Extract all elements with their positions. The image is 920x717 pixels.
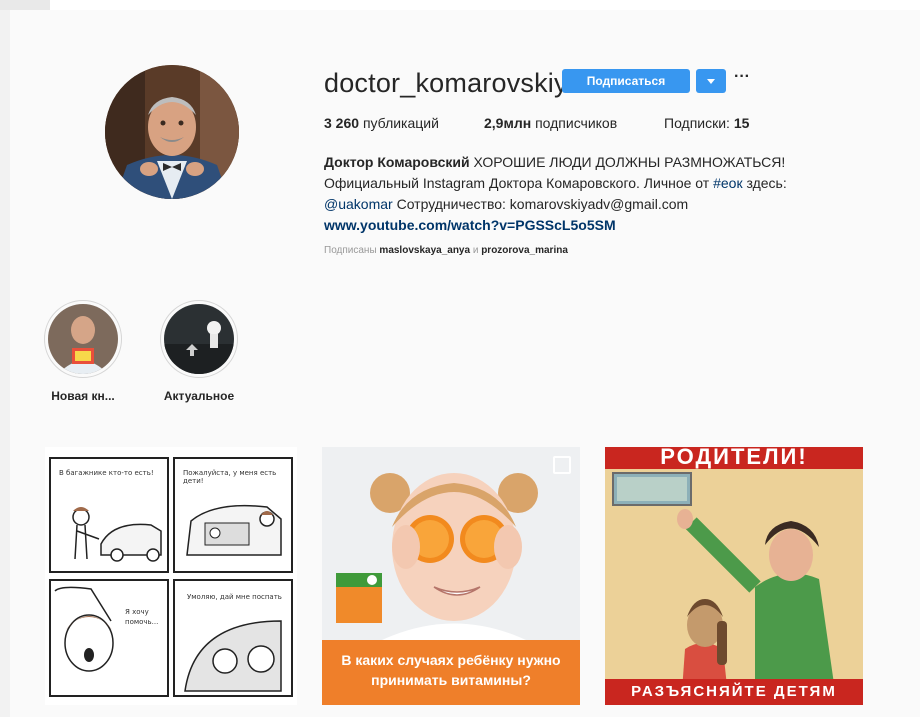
followed-by-prefix: Подписаны: [324, 245, 377, 256]
poster-title: РОДИТЕЛИ!: [605, 447, 863, 469]
highlight-label: Актуальное: [163, 389, 235, 403]
profile-avatar[interactable]: [105, 65, 239, 199]
bio-line-2: Официальный Instagram Доктора Комаровско…: [324, 173, 884, 194]
bio-description-end: здесь:: [746, 175, 787, 191]
profile-page: doctor_komarovskiy Подписаться ··· 3 260…: [10, 10, 920, 717]
caption-line-1: В каких случаях ребёнку нужно: [341, 652, 561, 668]
highlight-ring: [44, 300, 122, 378]
girl-with-oranges-photo: [322, 447, 580, 640]
bio-mention-link[interactable]: @uakomar: [324, 196, 393, 212]
comic-panel: Я хочу помочь...: [49, 579, 169, 697]
post-comic[interactable]: В багажнике кто-то есть! Пожалуйста, у м…: [45, 447, 297, 705]
bio-line-4: www.youtube.com/watch?v=PGSScL5o5SM: [324, 215, 884, 236]
posts-stat: 3 260 публикаций: [324, 115, 439, 131]
highlight-new-book[interactable]: Новая кн...: [28, 300, 138, 403]
bio-description: Официальный Instagram Доктора Комаровско…: [324, 175, 710, 191]
followers-label: подписчиков: [535, 115, 618, 131]
following-count: 15: [733, 115, 750, 131]
follow-button[interactable]: Подписаться: [562, 69, 690, 93]
chevron-down-icon: [707, 79, 715, 84]
posts-count: 3 260: [324, 115, 360, 131]
browser-tab[interactable]: [0, 0, 50, 10]
bio-full-name: Доктор Комаровский: [324, 154, 470, 170]
more-options-icon[interactable]: ···: [734, 69, 754, 90]
followed-by-user-2[interactable]: prozorova_marina: [481, 245, 568, 256]
followed-by-user-1[interactable]: maslovskaya_anya: [379, 245, 470, 256]
caption-line-2: принимать витамины?: [371, 672, 531, 688]
suggestions-dropdown-button[interactable]: [696, 69, 726, 93]
browser-top-strip: [0, 0, 920, 10]
highlight-actual[interactable]: Актуальное: [144, 300, 254, 403]
followed-by: Подписаны maslovskaya_anya и prozorova_m…: [324, 245, 568, 256]
book-cover-thumbnail-icon: [48, 304, 118, 374]
highlight-ring: [160, 300, 238, 378]
followers-stat[interactable]: 2,9млн подписчиков: [484, 115, 617, 131]
bio-contact: Сотрудничество: komarovskiyadv@gmail.com: [396, 196, 689, 212]
following-label: Подписки:: [664, 115, 730, 131]
poster-slogan: РАЗЪЯСНЯЙТЕ ДЕТЯМ: [605, 679, 863, 705]
followed-by-and: и: [472, 245, 479, 256]
highlight-label: Новая кн...: [51, 389, 115, 403]
soviet-poster-illustration: [605, 447, 863, 705]
posts-label: публикаций: [362, 115, 439, 131]
bio-line-1: Доктор Комаровский ХОРОШИЕ ЛЮДИ ДОЛЖНЫ Р…: [324, 152, 884, 173]
bio-tagline: ХОРОШИЕ ЛЮДИ ДОЛЖНЫ РАЗМНОЖАТЬСЯ!: [473, 154, 786, 170]
profile-bio: Доктор Комаровский ХОРОШИЕ ЛЮДИ ДОЛЖНЫ Р…: [324, 152, 884, 236]
comic-panel: Пожалуйста, у меня есть дети!: [173, 457, 293, 573]
followers-count: 2,9млн: [484, 115, 532, 131]
post-caption-banner: В каких случаях ребёнку нужно принимать …: [322, 640, 580, 705]
bio-line-3: @uakomar Сотрудничество: komarovskiyadv@…: [324, 194, 884, 215]
following-stat[interactable]: Подписки: 15: [664, 115, 749, 131]
post-poster[interactable]: РОДИТЕЛИ! РАЗЪЯСНЯЙТЕ ДЕТЯМ: [605, 447, 863, 705]
bio-website-link[interactable]: www.youtube.com/watch?v=PGSScL5o5SM: [324, 217, 616, 233]
post-vitamins[interactable]: В каких случаях ребёнку нужно принимать …: [322, 447, 580, 705]
bio-hashtag-link[interactable]: #еок: [713, 175, 742, 191]
profile-username: doctor_komarovskiy: [324, 68, 568, 98]
comic-panel: В багажнике кто-то есть!: [49, 457, 169, 573]
car-sticker-thumbnail-icon: [164, 304, 234, 374]
carousel-icon: [553, 456, 571, 474]
comic-panel: Умоляю, дай мне поспать: [173, 579, 293, 697]
